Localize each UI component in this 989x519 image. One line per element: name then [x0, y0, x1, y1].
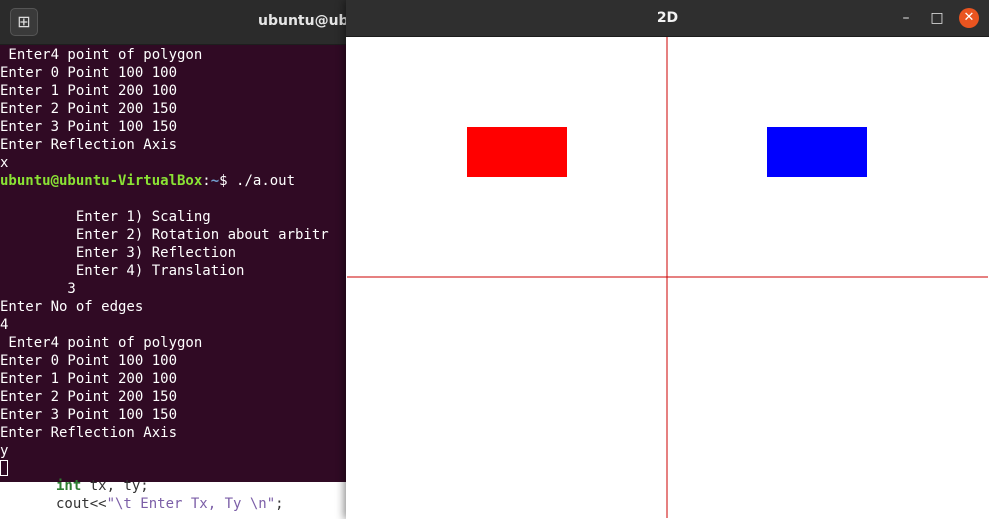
graphics-window-titlebar[interactable]: 2D – □ ✕: [346, 0, 989, 37]
terminal-cursor: [0, 460, 8, 476]
code-line: int tx, ty;: [56, 477, 149, 495]
prompt-colon: :: [202, 173, 211, 189]
code-string: "\t Enter Tx, Ty \n": [106, 496, 276, 512]
prompt-path: ~: [210, 173, 220, 189]
prompt-command: ./a.out: [236, 173, 296, 189]
original-polygon: [767, 127, 867, 177]
code-keyword: int: [56, 478, 82, 494]
terminal-title: ubuntu@ubu: [258, 13, 359, 29]
prompt-user-host: ubuntu@ubuntu-VirtualBox: [0, 173, 203, 189]
code-line: cout<<"\t Enter Tx, Ty \n";: [56, 495, 284, 513]
code-text: cout<<: [56, 496, 107, 512]
code-text: tx, ty;: [81, 478, 149, 494]
minimize-icon[interactable]: –: [897, 9, 915, 27]
canvas-svg: [347, 37, 988, 518]
drawing-canvas[interactable]: [347, 37, 988, 518]
graphics-window[interactable]: 2D – □ ✕: [346, 0, 989, 519]
maximize-icon[interactable]: □: [928, 9, 946, 27]
graphics-window-title: 2D: [656, 10, 679, 26]
prompt-symbol: $: [219, 173, 237, 189]
new-tab-icon[interactable]: ⊞: [10, 8, 38, 36]
close-icon[interactable]: ✕: [959, 8, 979, 28]
code-text: ;: [275, 496, 284, 512]
reflected-polygon: [467, 127, 567, 177]
